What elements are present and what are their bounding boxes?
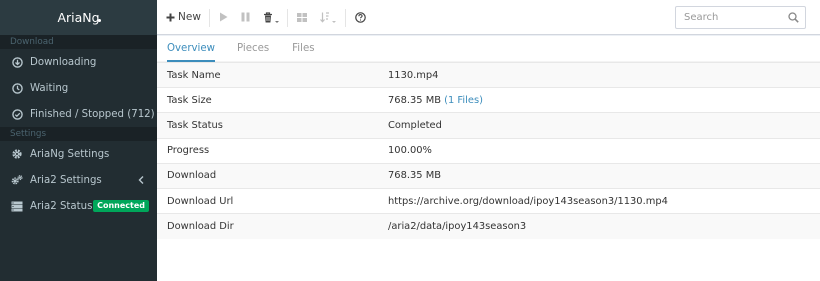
toolbar-divider: [287, 9, 288, 27]
arrow-circle-down-icon: [11, 56, 23, 68]
row-key: Progress: [167, 145, 210, 157]
row-value: Completed: [388, 119, 442, 131]
app-title: AriaNg: [57, 10, 100, 25]
check-circle-icon: [11, 108, 23, 120]
plus-icon: [166, 13, 175, 22]
row-value: 768.35 MB (1 Files): [379, 88, 820, 113]
table-row: Task Size 768.35 MB (1 Files): [157, 87, 820, 113]
chevron-left-icon: [137, 175, 145, 185]
server-icon: [11, 200, 23, 212]
tab-overview[interactable]: Overview: [167, 36, 215, 62]
dropdown-caret-icon: [332, 21, 336, 23]
sidebar-item-aria2-status[interactable]: Aria2 Status Connected: [0, 193, 157, 219]
new-button-label: New: [178, 11, 201, 23]
detail-tabs: Overview Pieces Files: [157, 36, 820, 62]
row-value: 1130.mp4: [388, 69, 439, 81]
row-key: Download Dir: [167, 220, 234, 232]
table-row: Task Status Completed: [157, 112, 820, 139]
table-row: Download 768.35 MB: [157, 163, 820, 189]
table-row: Download Url https://archive.org/downloa…: [157, 188, 820, 213]
sidebar-item-ariang-settings[interactable]: AriaNg Settings: [0, 141, 157, 167]
row-value: 768.35 MB: [388, 170, 441, 182]
app-logo[interactable]: AriaNg: [0, 0, 157, 35]
row-key: Task Size: [167, 94, 212, 106]
search-box: [675, 6, 806, 29]
search-icon[interactable]: [788, 12, 799, 26]
gear-icon: [11, 148, 23, 160]
pause-icon: [241, 12, 250, 22]
task-detail-panel: Overview Pieces Files Task Name 1130.mp4…: [157, 36, 820, 281]
dropdown-caret-icon: [275, 21, 279, 23]
sidebar-item-label: Finished / Stopped (712): [30, 108, 155, 120]
gears-icon: [11, 174, 23, 186]
row-value: 100.00%: [388, 145, 432, 157]
sort-icon: [320, 11, 330, 23]
trash-icon: [263, 11, 273, 23]
sidebar-item-label: AriaNg Settings: [30, 148, 110, 160]
help-button[interactable]: [355, 9, 366, 25]
row-key: Task Name: [167, 69, 221, 81]
sort-button[interactable]: [320, 9, 336, 25]
status-badge: Connected: [93, 200, 149, 212]
toolbar-divider: [209, 9, 210, 27]
display-order-button[interactable]: [297, 9, 307, 25]
row-value: /aria2/data/ipoy143season3: [388, 220, 527, 232]
sidebar-header-settings: Settings: [0, 127, 157, 141]
sidebar-item-label: Waiting: [30, 82, 69, 94]
new-button[interactable]: New: [166, 9, 201, 25]
clock-icon: [11, 82, 23, 94]
search-input[interactable]: [676, 7, 784, 28]
question-circle-icon: [355, 11, 366, 23]
sidebar: AriaNg Download Downloading Waiting Fini…: [0, 0, 157, 281]
grid-icon: [297, 12, 307, 22]
delete-button[interactable]: [263, 9, 279, 25]
row-key: Download Url: [167, 195, 234, 207]
task-size-value: 768.35 MB: [388, 94, 441, 106]
play-icon: [219, 12, 228, 22]
tab-files[interactable]: Files: [291, 36, 315, 62]
sidebar-item-aria2-settings[interactable]: Aria2 Settings: [0, 167, 157, 193]
sidebar-item-finished-stopped[interactable]: Finished / Stopped (712): [0, 101, 157, 127]
sidebar-item-label: Aria2 Settings: [30, 174, 102, 186]
toolbar: New: [157, 0, 820, 35]
files-count-link[interactable]: (1 Files): [444, 95, 483, 106]
sidebar-header-download: Download: [0, 35, 157, 49]
toolbar-divider: [345, 9, 346, 27]
start-button[interactable]: [219, 9, 228, 25]
table-row: Task Name 1130.mp4: [157, 62, 820, 88]
sidebar-item-waiting[interactable]: Waiting: [0, 75, 157, 101]
overview-table: Task Name 1130.mp4 Task Size 768.35 MB (…: [157, 62, 820, 239]
row-value: https://archive.org/download/ipoy143seas…: [388, 195, 668, 207]
tab-pieces[interactable]: Pieces: [236, 36, 270, 62]
sidebar-item-downloading[interactable]: Downloading: [0, 49, 157, 75]
row-key: Task Status: [167, 119, 223, 131]
sidebar-item-label: Downloading: [30, 56, 97, 68]
table-row: Progress 100.00%: [157, 138, 820, 163]
logo-dot: [98, 19, 101, 22]
table-row: Download Dir /aria2/data/ipoy143season3: [157, 213, 820, 239]
pause-button[interactable]: [241, 9, 250, 25]
sidebar-item-label: Aria2 Status: [30, 200, 93, 212]
row-key: Download: [167, 170, 217, 182]
